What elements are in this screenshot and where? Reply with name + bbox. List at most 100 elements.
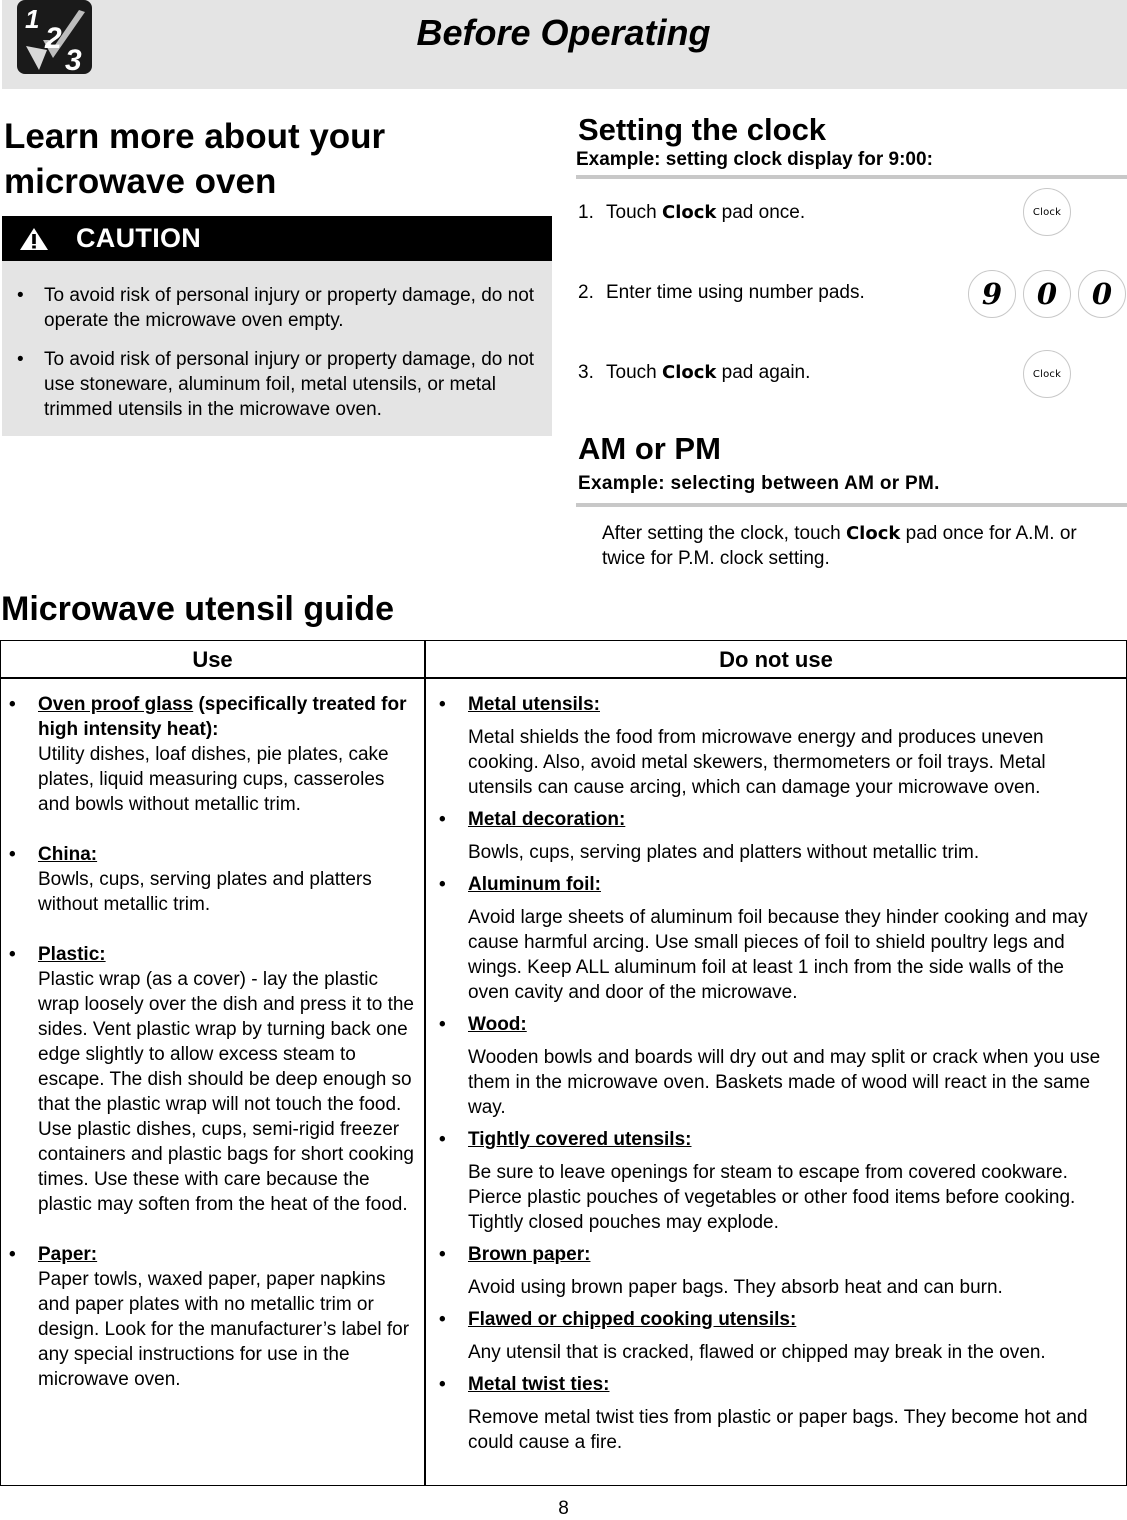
do-not-use-heading: Wood: xyxy=(468,1014,527,1035)
step-text-bold: Clock xyxy=(661,202,717,223)
column-header-use: Use xyxy=(192,647,233,672)
caution-label: CAUTION xyxy=(76,223,202,253)
ampm-instructions: After setting the clock, touch Clock pad… xyxy=(602,521,1102,571)
number-pad-9: 9 xyxy=(968,270,1016,318)
page-number: 8 xyxy=(558,1498,569,1519)
do-not-use-item: • Metal twist ties: Remove metal twist ti… xyxy=(439,1372,1119,1455)
use-item-text: Bowls, cups, serving plates and platters… xyxy=(38,869,372,915)
do-not-use-text: Be sure to leave openings for steam to e… xyxy=(468,1162,1076,1233)
step-text-post: pad once. xyxy=(716,202,806,223)
do-not-use-text: Metal shields the food from microwave en… xyxy=(468,727,1046,798)
clock-pad-button: Clock xyxy=(1023,188,1071,236)
caution-item: • To avoid risk of personal injury or pr… xyxy=(17,347,542,422)
use-list-item: • China: Bowls, cups, serving plates and… xyxy=(9,842,417,917)
step-number: 2. xyxy=(578,282,594,303)
do-not-use-item: • Metal decoration: Bowls, cups, serving … xyxy=(439,807,1119,865)
utensil-guide-title: Microwave utensil guide xyxy=(1,590,394,628)
clock-section-subtitle: Example: setting clock display for 9:00: xyxy=(576,149,933,170)
caution-item: • To avoid risk of personal injury or pr… xyxy=(17,283,542,333)
step-text-pre: Touch xyxy=(606,362,662,383)
ampm-section-subtitle: Example: selecting between AM or PM. xyxy=(578,473,940,494)
do-not-use-heading: Aluminum foil: xyxy=(468,874,601,895)
section-divider xyxy=(576,175,1127,179)
caution-body: • To avoid risk of personal injury or pr… xyxy=(2,261,552,436)
bullet: • xyxy=(9,944,16,965)
use-item-heading-underlined: Plastic: xyxy=(38,944,106,965)
do-not-use-item: • Tightly covered utensils: Be sure to le… xyxy=(439,1127,1119,1235)
caution-text: To avoid risk of personal injury or prop… xyxy=(44,349,535,420)
table-header-divider xyxy=(1,677,1126,679)
warning-triangle-icon xyxy=(20,228,48,250)
bullet: • xyxy=(439,1244,446,1265)
page-header-title: Before Operating xyxy=(416,12,711,53)
bullet: • xyxy=(439,694,446,715)
do-not-use-heading: Brown paper: xyxy=(468,1244,591,1265)
column-header-do-not-use: Do not use xyxy=(719,647,833,672)
bullet: • xyxy=(439,1374,446,1395)
bullet: • xyxy=(439,874,446,895)
use-item-heading: Oven proof glass (specifically treated f… xyxy=(38,692,416,742)
do-not-use-text: Bowls, cups, serving plates and platters… xyxy=(468,842,980,863)
number-pad-digit: 0 xyxy=(1036,277,1058,311)
step-text-pre: Enter time using number pads. xyxy=(606,282,865,303)
bullet: • xyxy=(9,1244,16,1265)
do-not-use-list: • Metal utensils: Metal shields the food … xyxy=(439,692,1119,1462)
use-item-text: Utility dishes, loaf dishes, pie plates,… xyxy=(38,744,389,815)
bullet: • xyxy=(439,809,446,830)
use-list-item: • Paper: Paper towls, waxed paper, paper… xyxy=(9,1242,417,1392)
number-pad-digit: 0 xyxy=(1091,277,1113,311)
do-not-use-item: • Aluminum foil: Avoid large sheets of al… xyxy=(439,872,1119,1005)
use-list-item: • Plastic: Plastic wrap (as a cover) - l… xyxy=(9,942,417,1217)
use-list-item: • Oven proof glass (specifically treated… xyxy=(9,692,417,817)
do-not-use-item: • Wood: Wooden bowls and boards will dry … xyxy=(439,1012,1119,1120)
bullet: • xyxy=(17,349,24,370)
clock-step-3: 3. Touch Clock pad again. xyxy=(578,362,810,384)
use-item-heading: Paper: xyxy=(38,1242,416,1267)
do-not-use-heading: Metal utensils: xyxy=(468,694,600,715)
clock-step-2: 2. Enter time using number pads. xyxy=(578,282,865,304)
do-not-use-item: • Flawed or chipped cooking utensils: Any… xyxy=(439,1307,1119,1365)
do-not-use-heading: Flawed or chipped cooking utensils: xyxy=(468,1309,797,1330)
number-pad-digit: 9 xyxy=(981,277,1003,311)
use-item-heading: China: xyxy=(38,842,416,867)
bullet: • xyxy=(439,1014,446,1035)
bullet: • xyxy=(9,694,16,715)
utensil-guide-table: Use Do not use • Oven proof glass (speci… xyxy=(0,640,1127,1486)
caution-text: To avoid risk of personal injury or prop… xyxy=(44,285,535,331)
bullet: • xyxy=(9,844,16,865)
ampm-text-pre: After setting the clock, touch xyxy=(602,523,846,544)
do-not-use-item: • Metal utensils: Metal shields the food … xyxy=(439,692,1119,800)
use-item-heading-underlined: China: xyxy=(38,844,98,865)
do-not-use-text: Avoid using brown paper bags. They absor… xyxy=(468,1277,1003,1298)
do-not-use-heading: Metal decoration: xyxy=(468,809,626,830)
bullet: • xyxy=(17,285,24,306)
clock-pad-label: Clock xyxy=(1032,368,1062,380)
use-item-heading-underlined: Oven proof glass xyxy=(38,694,194,715)
table-column-divider xyxy=(424,641,426,1485)
learn-title-line1: Learn more about your xyxy=(4,117,386,156)
step-text-post: pad again. xyxy=(716,362,811,383)
do-not-use-heading: Metal twist ties: xyxy=(468,1374,610,1395)
clock-pad-label: Clock xyxy=(1032,206,1062,218)
use-item-text: Paper towls, waxed paper, paper napkins … xyxy=(38,1269,410,1390)
do-not-use-item: • Brown paper: Avoid using brown paper ba… xyxy=(439,1242,1119,1300)
clock-section-title: Setting the clock xyxy=(578,112,827,147)
bullet: • xyxy=(439,1309,446,1330)
clock-step-1: 1. Touch Clock pad once. xyxy=(578,202,805,224)
do-not-use-text: Wooden bowls and boards will dry out and… xyxy=(468,1047,1101,1118)
learn-section-title: Learn more about your microwave oven xyxy=(4,114,385,204)
use-item-heading: Plastic: xyxy=(38,942,416,967)
ampm-text-bold: Clock xyxy=(845,523,901,544)
learn-title-line2: microwave oven xyxy=(4,162,277,201)
do-not-use-heading: Tightly covered utensils: xyxy=(468,1129,692,1150)
use-list: • Oven proof glass (specifically treated… xyxy=(9,692,417,1417)
number-pad-0: 0 xyxy=(1023,270,1071,318)
step-number: 1. xyxy=(578,202,594,223)
use-item-text: Plastic wrap (as a cover) - lay the plas… xyxy=(38,969,414,1215)
ampm-section-title: AM or PM xyxy=(578,431,721,466)
number-pad-0: 0 xyxy=(1078,270,1126,318)
bullet: • xyxy=(439,1129,446,1150)
caution-banner: CAUTION xyxy=(2,216,552,261)
clock-pad-button: Clock xyxy=(1023,350,1071,398)
step-text-bold: Clock xyxy=(661,362,717,383)
